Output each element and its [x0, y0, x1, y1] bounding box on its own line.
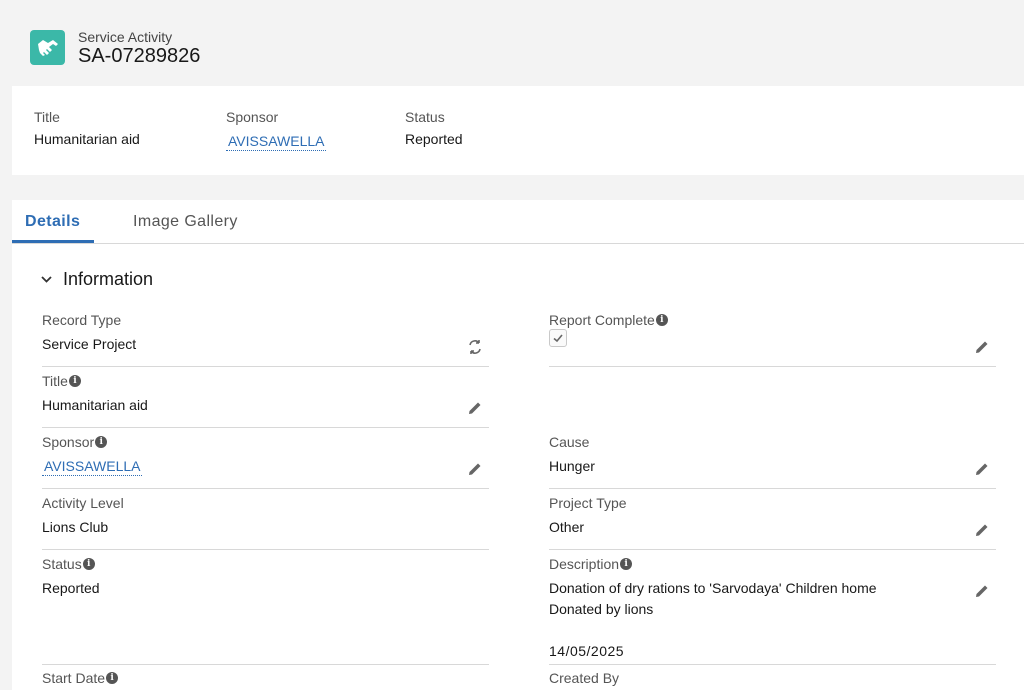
highlight-status-value: Reported	[405, 131, 463, 147]
field-start-date: Start Date i	[42, 670, 489, 690]
highlight-status: Status Reported	[405, 109, 463, 147]
edit-pencil-icon[interactable]	[467, 461, 483, 477]
report-complete-checkbox[interactable]	[549, 329, 567, 347]
edit-pencil-icon[interactable]	[974, 339, 990, 355]
checkmark-icon	[553, 334, 563, 343]
record-name: SA-07289826	[78, 45, 201, 67]
tab-image-gallery[interactable]: Image Gallery	[133, 213, 238, 231]
field-label: Start Date	[42, 670, 106, 686]
field-label: Description	[549, 556, 620, 572]
description-line: Donation of dry rations to 'Sarvodaya' C…	[549, 580, 877, 596]
field-label: Project Type	[549, 495, 627, 511]
handshake-icon	[30, 30, 65, 65]
highlight-title-label: Title	[34, 109, 60, 125]
info-icon[interactable]: i	[620, 558, 633, 570]
field-label: Title	[42, 373, 68, 389]
field-sponsor: Sponsor i AVISSAWELLA	[42, 434, 489, 489]
highlight-title: Title Humanitarian aid	[34, 109, 140, 147]
tab-bar: Details Image Gallery	[12, 200, 1024, 244]
field-report-complete: Report Complete i	[549, 312, 996, 367]
section-title[interactable]: Information	[63, 269, 153, 290]
info-icon[interactable]: i	[655, 314, 668, 326]
highlight-status-label: Status	[405, 109, 445, 125]
info-icon[interactable]: i	[106, 672, 119, 684]
object-label: Service Activity	[78, 29, 173, 45]
field-project-type: Project Type Other	[549, 495, 996, 550]
field-value: Lions Club	[42, 519, 109, 535]
field-record-type: Record Type Service Project	[42, 312, 489, 367]
field-label: Record Type	[42, 312, 122, 328]
edit-pencil-icon[interactable]	[974, 583, 990, 599]
field-description: Description i Donation of dry rations to …	[549, 556, 996, 665]
field-value: Reported	[42, 580, 100, 596]
field-value: Other	[549, 519, 585, 535]
field-created-by: Created By	[549, 670, 996, 690]
edit-pencil-icon[interactable]	[974, 522, 990, 538]
sponsor-link[interactable]: AVISSAWELLA	[42, 458, 143, 476]
field-cause: Cause Hunger	[549, 434, 996, 489]
field-title: Title i Humanitarian aid	[42, 373, 489, 428]
field-label: Created By	[549, 670, 620, 686]
description-line: Donated by lions	[549, 601, 654, 617]
field-value: Humanitarian aid	[42, 397, 148, 413]
edit-pencil-icon[interactable]	[974, 461, 990, 477]
chevron-down-icon[interactable]	[40, 273, 53, 286]
highlights-panel: Title Humanitarian aid Sponsor AVISSAWEL…	[12, 86, 1024, 175]
highlight-title-value: Humanitarian aid	[34, 131, 140, 147]
info-icon[interactable]: i	[95, 436, 108, 448]
highlight-sponsor-label: Sponsor	[226, 109, 279, 125]
tab-details[interactable]: Details	[25, 213, 80, 231]
tab-details-underline	[12, 240, 94, 243]
field-value: Service Project	[42, 336, 137, 352]
field-label: Sponsor	[42, 434, 95, 450]
edit-pencil-icon[interactable]	[467, 400, 483, 416]
info-icon[interactable]: i	[68, 375, 81, 387]
highlight-sponsor-link[interactable]: AVISSAWELLA	[226, 133, 327, 151]
description-line: 14/05/2025	[549, 643, 625, 659]
field-label: Activity Level	[42, 495, 124, 511]
field-status: Status i Reported	[42, 556, 489, 665]
highlight-sponsor: Sponsor AVISSAWELLA	[226, 109, 327, 151]
field-value: Hunger	[549, 458, 595, 474]
field-label: Report Complete	[549, 312, 655, 328]
record-detail-card: Details Image Gallery Information Record…	[12, 200, 1024, 690]
field-label: Cause	[549, 434, 590, 450]
field-activity-level: Activity Level Lions Club	[42, 495, 489, 550]
change-record-type-icon[interactable]	[467, 339, 483, 355]
info-icon[interactable]: i	[82, 558, 95, 570]
field-value: Donation of dry rations to 'Sarvodaya' C…	[549, 578, 877, 662]
field-label: Status	[42, 556, 82, 572]
